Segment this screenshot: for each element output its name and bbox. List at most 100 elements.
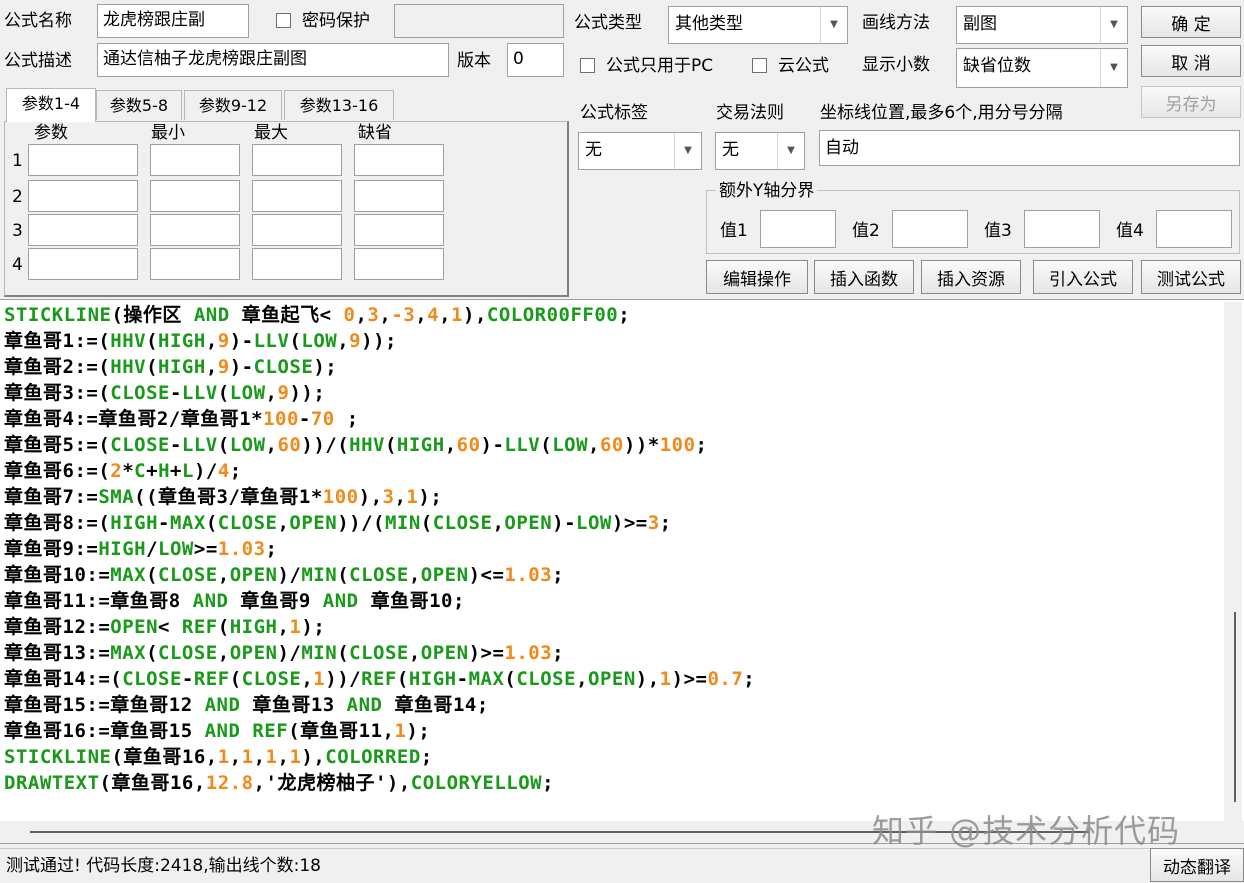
- param-col-name: 参数: [34, 123, 68, 143]
- dynamic-translate-button[interactable]: 动态翻译: [1150, 848, 1244, 882]
- code-token: STICKLINE: [4, 746, 112, 768]
- code-editor[interactable]: STICKLINE(操作区 AND 章鱼起飞< 0,3,-3,4,1),COLO…: [0, 299, 1244, 844]
- code-token: HIGH: [229, 616, 278, 638]
- yaxis-value3-input[interactable]: [1024, 210, 1100, 248]
- scrollbar-thumb[interactable]: [1234, 612, 1236, 802]
- vertical-scrollbar[interactable]: [1224, 302, 1242, 822]
- password-checkbox[interactable]: [276, 13, 291, 28]
- code-token: ;: [552, 564, 565, 586]
- param-2-max-input[interactable]: [252, 180, 342, 212]
- insert-resource-button[interactable]: 插入资源: [921, 260, 1021, 294]
- code-token: C: [134, 460, 147, 482]
- code-token: ))*: [623, 434, 660, 456]
- code-token: 1.03: [504, 564, 553, 586]
- code-token: CLOSE: [241, 668, 302, 690]
- param-3-max-input[interactable]: [252, 214, 342, 246]
- code-token: 3: [382, 486, 395, 508]
- formula-name-input[interactable]: 龙虎榜跟庄副: [97, 4, 249, 38]
- param-1-min-input[interactable]: [150, 144, 240, 176]
- version-input[interactable]: 0: [507, 43, 564, 77]
- formula-type-select[interactable]: 其他类型 ▼: [668, 6, 848, 44]
- chevron-down-icon[interactable]: ▼: [820, 7, 847, 43]
- formula-tag-value: 无: [585, 140, 602, 160]
- tab-params-9-12[interactable]: 参数9-12: [184, 90, 282, 120]
- cloud-checkbox[interactable]: [752, 58, 767, 73]
- pc-only-checkbox[interactable]: [580, 58, 595, 73]
- param-3-min-input[interactable]: [150, 214, 240, 246]
- code-token: ,: [301, 668, 314, 690]
- param-4-default-input[interactable]: [354, 248, 444, 280]
- chevron-down-icon[interactable]: ▼: [777, 133, 804, 169]
- code-token: ,: [253, 746, 266, 768]
- code-token: );: [301, 616, 326, 638]
- code-token: -: [456, 668, 469, 690]
- param-3-default-input[interactable]: [354, 214, 444, 246]
- param-2-default-input[interactable]: [354, 180, 444, 212]
- param-1-max-input[interactable]: [252, 144, 342, 176]
- test-formula-button[interactable]: 测试公式: [1141, 260, 1241, 294]
- param-2-name-input[interactable]: [28, 180, 138, 212]
- code-token: LOW: [301, 330, 338, 352]
- code-line: 章鱼哥7:=SMA((章鱼哥3/章鱼哥1*100),3,1);: [4, 484, 755, 510]
- edit-ops-button[interactable]: 编辑操作: [706, 260, 808, 294]
- chevron-down-icon[interactable]: ▼: [674, 133, 701, 169]
- param-1-default-input[interactable]: [354, 144, 444, 176]
- code-token: 70: [310, 408, 335, 430]
- yaxis-value1-input[interactable]: [760, 210, 836, 248]
- tab-params-1-4[interactable]: 参数1-4: [6, 88, 96, 122]
- code-token: 100: [322, 486, 359, 508]
- param-1-name-input[interactable]: [28, 144, 138, 176]
- axis-position-input[interactable]: 自动: [819, 130, 1240, 166]
- code-line: 章鱼哥5:=(CLOSE-LLV(LOW,60))/(HHV(HIGH,60)-…: [4, 432, 755, 458]
- code-token: CLOSE: [110, 434, 170, 456]
- code-line: DRAWTEXT(章鱼哥16,12.8,'龙虎榜柚子'),COLORYELLOW…: [4, 770, 755, 796]
- code-token: -3: [391, 304, 416, 326]
- param-3-name-input[interactable]: [28, 214, 138, 246]
- code-token: ))/(: [337, 512, 385, 534]
- code-token: 1: [289, 616, 302, 638]
- yaxis-value4-input[interactable]: [1156, 210, 1232, 248]
- param-4-name-input[interactable]: [28, 248, 138, 280]
- code-token: MAX: [169, 512, 206, 534]
- save-as-button[interactable]: 另存为: [1141, 86, 1241, 118]
- code-token: -: [158, 512, 170, 534]
- code-token: (: [396, 668, 409, 690]
- tab-params-5-8[interactable]: 参数5-8: [96, 90, 182, 120]
- param-4-max-input[interactable]: [252, 248, 342, 280]
- code-token: ,: [444, 434, 457, 456]
- code-token: MIN: [384, 512, 421, 534]
- param-2-min-input[interactable]: [150, 180, 240, 212]
- code-token: AND: [204, 694, 241, 716]
- code-token: MIN: [301, 564, 338, 586]
- formula-desc-input[interactable]: 通达信柚子龙虎榜跟庄副图: [97, 43, 449, 77]
- chevron-down-icon[interactable]: ▼: [1100, 7, 1127, 43]
- param-4-min-input[interactable]: [150, 248, 240, 280]
- code-token: LLV: [181, 434, 218, 456]
- yaxis-value2-input[interactable]: [892, 210, 968, 248]
- code-token: CLOSE: [158, 642, 218, 664]
- code-token: 章鱼哥9: [228, 590, 323, 612]
- code-token: MAX: [110, 564, 147, 586]
- code-token: 章鱼哥12:=: [4, 616, 111, 638]
- code-token: -: [169, 382, 182, 404]
- tab-params-13-16[interactable]: 参数13-16: [284, 90, 394, 120]
- cancel-button[interactable]: 取 消: [1141, 45, 1241, 77]
- decimals-select[interactable]: 缺省位数 ▼: [956, 48, 1128, 88]
- formula-tag-select[interactable]: 无 ▼: [578, 132, 702, 170]
- code-token: );: [418, 486, 443, 508]
- code-line: STICKLINE(操作区 AND 章鱼起飞< 0,3,-3,4,1),COLO…: [4, 302, 755, 328]
- draw-method-select[interactable]: 副图 ▼: [956, 6, 1128, 44]
- code-token: (章鱼哥16,: [99, 772, 206, 794]
- code-token: MAX: [110, 642, 147, 664]
- code-token: 4: [427, 304, 440, 326]
- chevron-down-icon[interactable]: ▼: [1100, 49, 1127, 87]
- code-line: 章鱼哥8:=(HIGH-MAX(CLOSE,OPEN))/(MIN(CLOSE,…: [4, 510, 755, 536]
- code-token: ;: [552, 642, 565, 664]
- import-formula-button[interactable]: 引入公式: [1033, 260, 1133, 294]
- code-token: ),: [358, 486, 383, 508]
- insert-function-button[interactable]: 插入函数: [814, 260, 914, 294]
- trade-rule-select[interactable]: 无 ▼: [715, 132, 805, 170]
- code-token: ;: [334, 408, 359, 430]
- code-token: ;: [659, 512, 672, 534]
- ok-button[interactable]: 确 定: [1141, 6, 1241, 38]
